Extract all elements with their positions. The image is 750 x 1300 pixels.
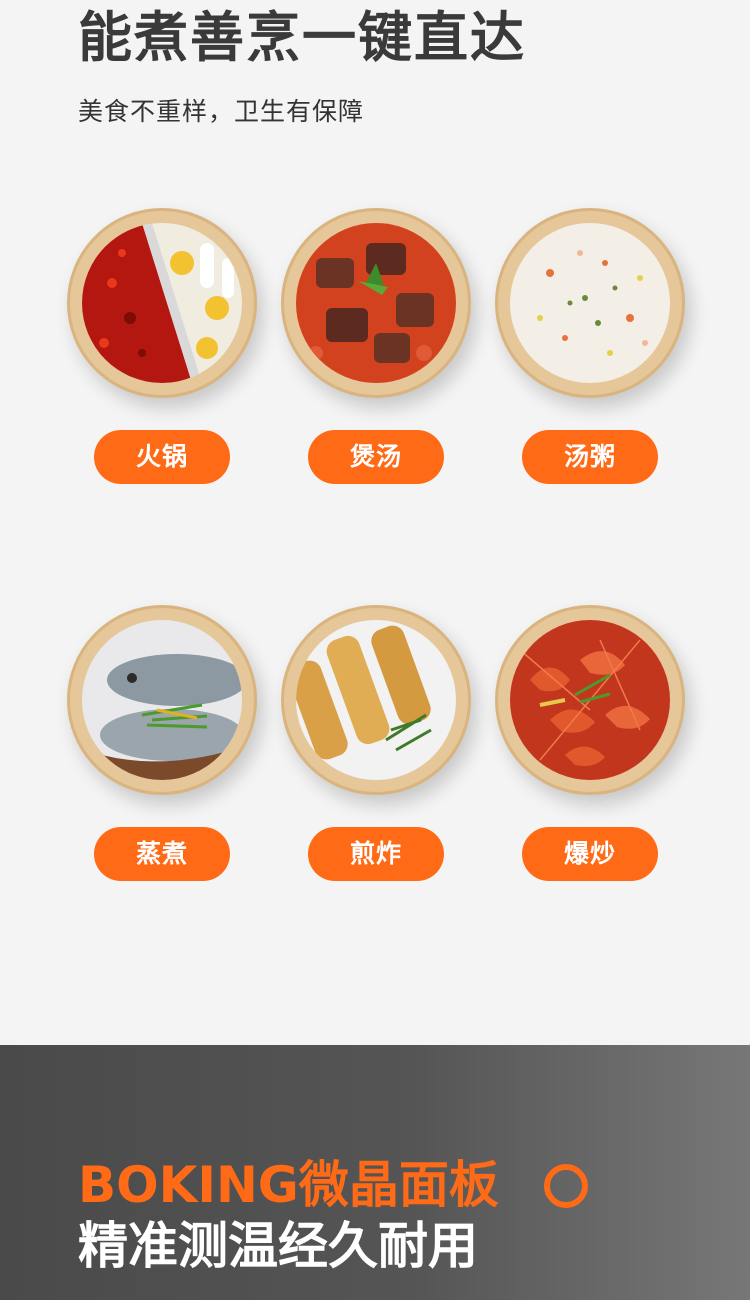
dish-steam: 蒸煮 xyxy=(62,605,262,885)
dish-label-stirfry: 爆炒 xyxy=(522,827,658,881)
spring-rolls-image xyxy=(296,620,456,780)
dish-hotpot: 火锅 xyxy=(62,208,262,488)
brand-heading: BOKING微晶面板 xyxy=(78,1156,499,1214)
steamed-fish-image xyxy=(82,620,242,780)
hotpot-image xyxy=(82,223,242,383)
dish-label-soup: 煲汤 xyxy=(308,430,444,484)
ring-icon xyxy=(544,1164,588,1208)
dish-label-congee: 汤粥 xyxy=(522,430,658,484)
plate xyxy=(495,605,685,795)
dish-stirfry: 爆炒 xyxy=(490,605,690,885)
plate xyxy=(281,208,471,398)
plate xyxy=(67,605,257,795)
dish-label-hotpot: 火锅 xyxy=(94,430,230,484)
footer-banner: BOKING微晶面板 精准测温经久耐用 xyxy=(0,1045,750,1300)
dish-congee: 汤粥 xyxy=(490,208,690,488)
page-subtitle: 美食不重样，卫生有保障 xyxy=(78,97,365,126)
tagline-heading: 精准测温经久耐用 xyxy=(78,1217,478,1275)
dish-label-fry: 煎炸 xyxy=(308,827,444,881)
page-title: 能煮善烹一键直达 xyxy=(78,6,526,69)
plate xyxy=(281,605,471,795)
dish-soup: 煲汤 xyxy=(276,208,476,488)
congee-image xyxy=(510,223,670,383)
beef-stew-image xyxy=(296,223,456,383)
dish-fry: 煎炸 xyxy=(276,605,476,885)
plate xyxy=(67,208,257,398)
dish-label-steam: 蒸煮 xyxy=(94,827,230,881)
stir-fried-shrimp-image xyxy=(510,620,670,780)
plate xyxy=(495,208,685,398)
food-showcase-section: 能煮善烹一键直达 美食不重样，卫生有保障 火锅 煲汤 汤粥 蒸煮 煎炸 爆炒 xyxy=(0,0,750,1045)
